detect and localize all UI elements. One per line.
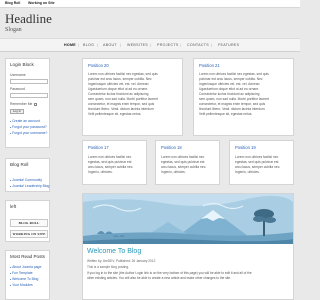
- username-label: Username: [10, 73, 26, 77]
- position-17-line: Ingenio, ultricies.: [88, 170, 113, 174]
- most-read-link[interactable]: Your Modules: [10, 283, 33, 287]
- position-17-title: Position 17: [88, 145, 109, 150]
- nav-item-contacts[interactable]: CONTACTS: [187, 43, 209, 47]
- blog-roll-block: Blog Roll Joomla! Community Joomla! Lead…: [5, 158, 50, 192]
- nav-item-projects[interactable]: PROJECTS: [157, 43, 179, 47]
- position-20-title: Position 20: [88, 63, 109, 68]
- most-read-link[interactable]: Welcome To Blog: [10, 277, 38, 281]
- remember-me-label: Remember Me: [10, 102, 33, 106]
- position-19-title: Position 19: [235, 145, 256, 150]
- password-input[interactable]: [10, 93, 48, 98]
- login-block-title: Login Block: [10, 62, 34, 67]
- position-17-block: Position 17 Lorem non ultrices facilisi …: [82, 140, 147, 185]
- password-label: Password: [10, 87, 25, 91]
- top-bar: Blog Roll Working on Site: [0, 0, 300, 8]
- welcome-post-intro: This is a sample blog posting.: [87, 265, 129, 269]
- site-headline[interactable]: Headline: [5, 12, 52, 25]
- left-block: left BLOG ROLL WORKING ON SITE: [5, 200, 50, 242]
- most-read-title: Most Read Posts: [10, 254, 45, 259]
- position-19-line: Ingenio, ultricies.: [235, 170, 260, 174]
- welcome-post-text: other existing articles. You will also b…: [87, 276, 232, 280]
- welcome-post-meta: Written by: AreDEV, Published: 26 Januar…: [87, 259, 156, 263]
- forgot-username-link[interactable]: Forgot your username?: [10, 131, 47, 135]
- position-20-block: Position 20 Lorem non ultrices facilisi …: [82, 58, 183, 136]
- topbar-link-working-on-site[interactable]: Working on Site: [28, 1, 55, 5]
- create-account-link[interactable]: Create an account: [10, 119, 40, 123]
- position-21-title: Position 21: [199, 63, 220, 68]
- position-18-line: Ingenio, ultricies.: [161, 170, 186, 174]
- blogroll-link-community[interactable]: Joomla! Community: [10, 178, 42, 182]
- position-19-block: Position 19 Lorem non ultrices facilisi …: [229, 140, 294, 185]
- remember-me[interactable]: Remember Me: [10, 102, 38, 106]
- username-input[interactable]: [10, 79, 48, 84]
- blog-roll-button[interactable]: BLOG ROLL: [10, 219, 48, 227]
- landscape-illustration: [83, 194, 293, 244]
- nav-item-blog[interactable]: BLOG: [83, 43, 94, 47]
- left-block-title: left: [10, 204, 17, 209]
- site-header: Headline Slogan: [5, 12, 52, 33]
- remember-me-checkbox[interactable]: [34, 102, 38, 106]
- blogroll-link-leadership[interactable]: Joomla! Leadership Blog: [10, 184, 49, 188]
- position-18-title: Position 18: [161, 145, 182, 150]
- nav-item-about[interactable]: ABOUT: [103, 43, 117, 47]
- most-read-link[interactable]: About Joomla page: [10, 265, 41, 269]
- forgot-password-link[interactable]: Forgot your password?: [10, 125, 47, 129]
- main-nav: HOME | BLOG | ABOUT | WEBSITES | PROJECT…: [0, 38, 300, 52]
- position-20-line: Velit pellentesque sit, egestas netus.: [88, 112, 142, 116]
- welcome-post: Welcome To Blog Written by: AreDEV, Publ…: [82, 193, 294, 300]
- welcome-post-title[interactable]: Welcome To Blog: [87, 248, 141, 255]
- position-18-block: Position 18 Lorem non ultrices facilisi …: [155, 140, 220, 185]
- working-on-site-button[interactable]: WORKING ON SITE: [10, 230, 48, 238]
- login-button[interactable]: Log In: [10, 109, 24, 114]
- topbar-link-blog-roll[interactable]: Blog Roll: [5, 1, 20, 5]
- nav-item-features[interactable]: FEATURES: [218, 43, 239, 47]
- blog-roll-title: Blog Roll: [10, 162, 29, 167]
- position-21-block: Position 21 Lorem non ultrices facilisi …: [193, 58, 294, 136]
- position-21-line: Velit pellentesque sit, egestas netus.: [199, 112, 253, 116]
- nav-item-home[interactable]: HOME: [64, 43, 76, 47]
- nav-item-websites[interactable]: WEBSITES: [127, 43, 148, 47]
- site-slogan: Slogan: [5, 27, 22, 33]
- login-block: Login Block Username Password Remember M…: [5, 58, 50, 148]
- most-read-link[interactable]: Fun Template: [10, 271, 32, 275]
- most-read-block: Most Read Posts About Joomla page Fun Te…: [5, 250, 50, 300]
